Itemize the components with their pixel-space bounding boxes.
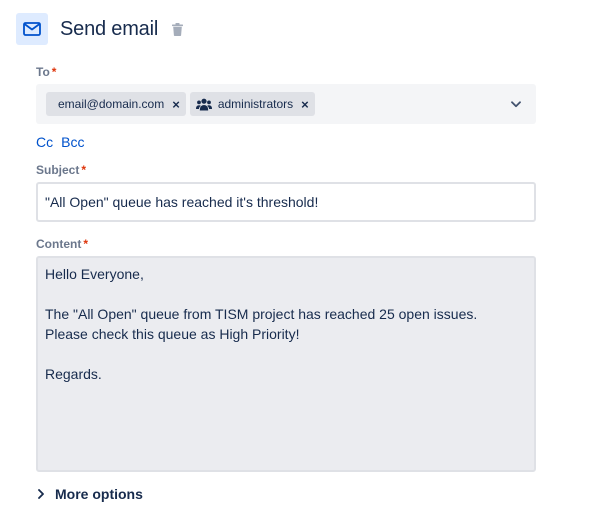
remove-tag-icon[interactable]: × bbox=[172, 98, 180, 111]
to-label: To * bbox=[36, 65, 57, 79]
recipient-tag[interactable]: administrators × bbox=[189, 92, 315, 116]
group-icon bbox=[195, 97, 212, 111]
trash-icon[interactable] bbox=[170, 22, 184, 36]
recipient-label: administrators bbox=[217, 97, 294, 111]
mail-icon bbox=[16, 13, 48, 45]
recipient-label: email@domain.com bbox=[58, 97, 165, 111]
subject-label: Subject * bbox=[36, 163, 87, 177]
page-title: Send email bbox=[60, 17, 159, 40]
chevron-right-icon bbox=[38, 488, 48, 500]
required-mark: * bbox=[83, 237, 88, 251]
send-email-form: To* email@domain.com × administrators × bbox=[36, 64, 536, 472]
content-label: Content * bbox=[36, 237, 88, 251]
more-options-toggle[interactable]: More options bbox=[38, 484, 143, 504]
required-mark: * bbox=[81, 163, 87, 177]
recipient-tag[interactable]: email@domain.com × bbox=[46, 92, 186, 116]
subject-input[interactable]: "All Open" queue has reached it's thresh… bbox=[36, 182, 536, 222]
cc-bcc-links: Cc Bcc bbox=[36, 134, 536, 152]
content-textarea[interactable]: Hello Everyone, The "All Open" queue fro… bbox=[36, 256, 536, 472]
more-options-label: More options bbox=[55, 486, 143, 502]
to-field[interactable]: email@domain.com × administrators × bbox=[36, 84, 536, 124]
chevron-down-icon[interactable] bbox=[508, 96, 524, 112]
cc-link[interactable]: Cc bbox=[36, 134, 53, 152]
header: Send email bbox=[16, 12, 184, 46]
bcc-link[interactable]: Bcc bbox=[61, 134, 84, 152]
required-mark: * bbox=[51, 65, 57, 79]
remove-tag-icon[interactable]: × bbox=[301, 98, 309, 111]
